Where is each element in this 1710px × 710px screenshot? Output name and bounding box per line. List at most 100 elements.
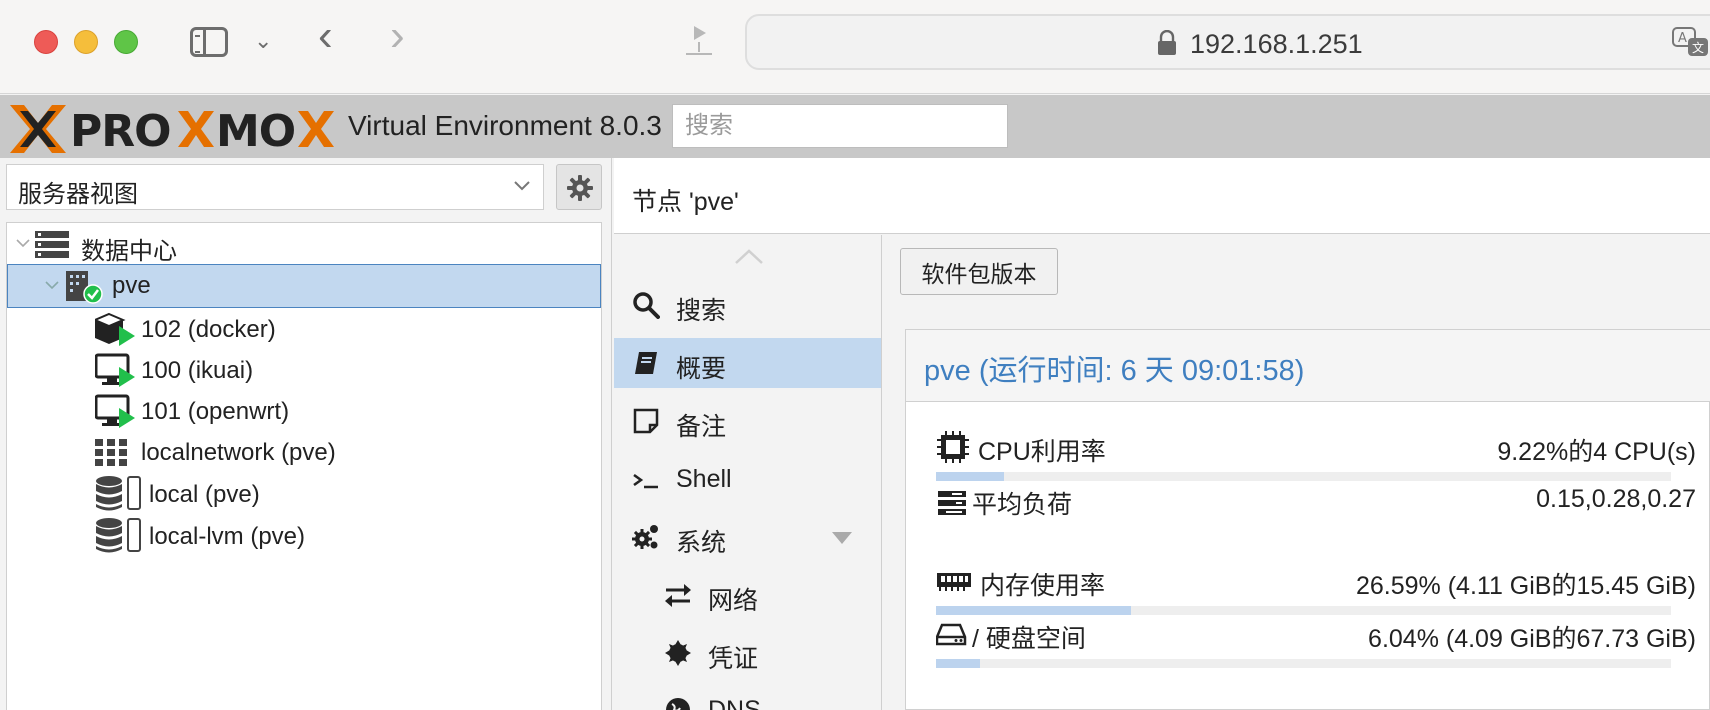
container-running-icon	[95, 312, 135, 346]
cpu-usage-fill	[936, 472, 1004, 481]
address-bar[interactable]: 192.168.1.251	[745, 14, 1710, 70]
tree-item-label: localnetwork (pve)	[141, 439, 336, 466]
certificate-icon	[665, 640, 691, 666]
pve-header: PRO MO Virtual Environment 8.0.3	[0, 95, 1710, 158]
menu-item-system[interactable]: 系统	[614, 512, 881, 562]
chevron-down-icon[interactable]	[15, 235, 31, 251]
chevron-down-icon[interactable]	[44, 277, 60, 293]
back-button[interactable]: ‹	[318, 14, 333, 58]
tree-item-ct-102[interactable]: 102 (docker)	[7, 308, 601, 352]
cpu-icon	[937, 431, 969, 463]
search-icon	[633, 292, 660, 319]
vm-running-icon	[95, 353, 135, 387]
tasks-icon	[938, 491, 966, 515]
menu-item-shell[interactable]: Shell	[614, 454, 881, 504]
stat-label: 平均负荷	[972, 491, 1073, 519]
terminal-icon	[633, 473, 658, 489]
tree-item-label: local-lvm (pve)	[149, 523, 306, 550]
minimize-window-button[interactable]	[74, 30, 98, 54]
stat-cpu: CPU利用率 9.22%的4 CPU(s)	[936, 430, 1696, 484]
stat-label: CPU利用率	[978, 438, 1106, 466]
menu-item-search[interactable]: 搜索	[614, 280, 881, 330]
sidebar-toggle-icon[interactable]	[190, 27, 228, 57]
menu-item-label: DNS	[708, 696, 761, 710]
menu-item-certificates[interactable]: 凭证	[614, 628, 881, 678]
tree-item-storage-local-lvm[interactable]: local-lvm (pve)	[7, 515, 601, 559]
search-input[interactable]	[672, 104, 1008, 148]
menu-item-network[interactable]: 网络	[614, 570, 881, 620]
network-grid-icon	[95, 439, 127, 466]
chevron-down-icon[interactable]: ⌄	[254, 28, 272, 54]
node-title-bar: 节点 'pve'	[614, 158, 1710, 234]
tree-item-label: 100 (ikuai)	[141, 357, 254, 384]
disk-usage-fill	[936, 659, 981, 668]
browser-toolbar: ⌄ ‹ › 192.168.1.251 A 文	[0, 0, 1710, 94]
lock-icon	[1158, 30, 1176, 55]
memory-icon	[937, 573, 971, 591]
chevron-up-icon[interactable]	[734, 247, 764, 265]
svg-text:MO: MO	[216, 106, 295, 155]
stat-label: 内存使用率	[980, 572, 1106, 600]
svg-text:文: 文	[1692, 40, 1704, 55]
tree-settings-button[interactable]	[556, 164, 602, 210]
translate-icon[interactable]: A 文	[1672, 26, 1710, 58]
forward-button[interactable]: ›	[390, 14, 405, 58]
menu-item-label: 备注	[676, 413, 727, 441]
node-online-icon	[66, 271, 103, 304]
tree-item-label: 102 (docker)	[141, 316, 276, 343]
resource-panel: 服务器视图 数据中心 pve 102 (docker) 100 (ikuai) …	[0, 158, 612, 710]
menu-item-label: 搜索	[676, 297, 727, 325]
datacenter-icon	[35, 231, 69, 258]
cogs-icon	[632, 525, 658, 549]
gear-icon	[567, 175, 593, 201]
menu-item-label: 系统	[676, 529, 727, 557]
download-icon[interactable]	[680, 22, 718, 60]
caret-down-icon[interactable]	[832, 532, 852, 544]
memory-usage-fill	[936, 606, 1132, 615]
stat-value: 0.15,0.28,0.27	[1536, 485, 1696, 513]
zoom-window-button[interactable]	[114, 30, 138, 54]
status-panel: pve (运行时间: 6 天 09:01:58) CPU利用率 9.22%的4 …	[905, 329, 1710, 710]
tree-item-label: pve	[112, 272, 151, 299]
disk-usage-bar	[936, 659, 1671, 668]
tree-item-vm-100[interactable]: 100 (ikuai)	[7, 349, 601, 393]
proxmox-logo: PRO MO	[10, 105, 334, 155]
menu-item-dns[interactable]: DNS	[614, 685, 881, 710]
tree-item-vm-101[interactable]: 101 (openwrt)	[7, 390, 601, 434]
tree-item-label: 数据中心	[81, 238, 177, 265]
summary-content: 软件包版本 pve (运行时间: 6 天 09:01:58) CPU利用率 9.…	[883, 235, 1710, 710]
svg-text:PRO: PRO	[70, 106, 171, 155]
tree-item-storage-local[interactable]: local (pve)	[7, 473, 601, 517]
menu-item-label: 凭证	[708, 645, 759, 673]
stat-label: / 硬盘空间	[972, 625, 1086, 653]
stat-disk: / 硬盘空间 6.04% (4.09 GiB的67.73 GiB)	[936, 617, 1696, 671]
address-text: 192.168.1.251	[1190, 29, 1363, 59]
menu-item-label: 概要	[676, 355, 727, 383]
menu-item-label: 网络	[708, 587, 759, 615]
package-versions-button[interactable]: 软件包版本	[900, 248, 1058, 295]
stat-value: 6.04% (4.09 GiB的67.73 GiB)	[1368, 625, 1696, 653]
storage-icon	[96, 518, 141, 553]
tree-item-label: 101 (openwrt)	[141, 398, 290, 425]
tree-item-datacenter[interactable]: 数据中心	[7, 223, 601, 267]
stat-value: 9.22%的4 CPU(s)	[1497, 438, 1696, 466]
menu-item-summary[interactable]: 概要	[614, 338, 881, 388]
book-icon	[635, 352, 657, 374]
svg-text:A: A	[1678, 31, 1687, 46]
view-selector-label: 服务器视图	[18, 181, 138, 208]
vm-running-icon	[95, 394, 135, 428]
note-icon	[633, 408, 659, 434]
menu-item-notes[interactable]: 备注	[614, 396, 881, 446]
menu-item-label: Shell	[676, 465, 732, 493]
tree-item-localnetwork[interactable]: localnetwork (pve)	[7, 431, 601, 475]
stat-value: 26.59% (4.11 GiB的15.45 GiB)	[1356, 572, 1696, 600]
page-title: 节点 'pve'	[632, 188, 739, 216]
node-nav-menu: 搜索 概要 备注 Shell 系统 网络 凭证 DNS	[614, 235, 882, 710]
status-panel-header: pve (运行时间: 6 天 09:01:58)	[906, 330, 1710, 402]
tree-item-label: local (pve)	[149, 481, 260, 508]
close-window-button[interactable]	[34, 30, 58, 54]
stat-memory: 内存使用率 26.59% (4.11 GiB的15.45 GiB)	[936, 564, 1696, 618]
cpu-usage-bar	[936, 472, 1671, 481]
tree-item-pve[interactable]: pve	[7, 264, 601, 308]
view-selector[interactable]: 服务器视图	[6, 164, 544, 210]
